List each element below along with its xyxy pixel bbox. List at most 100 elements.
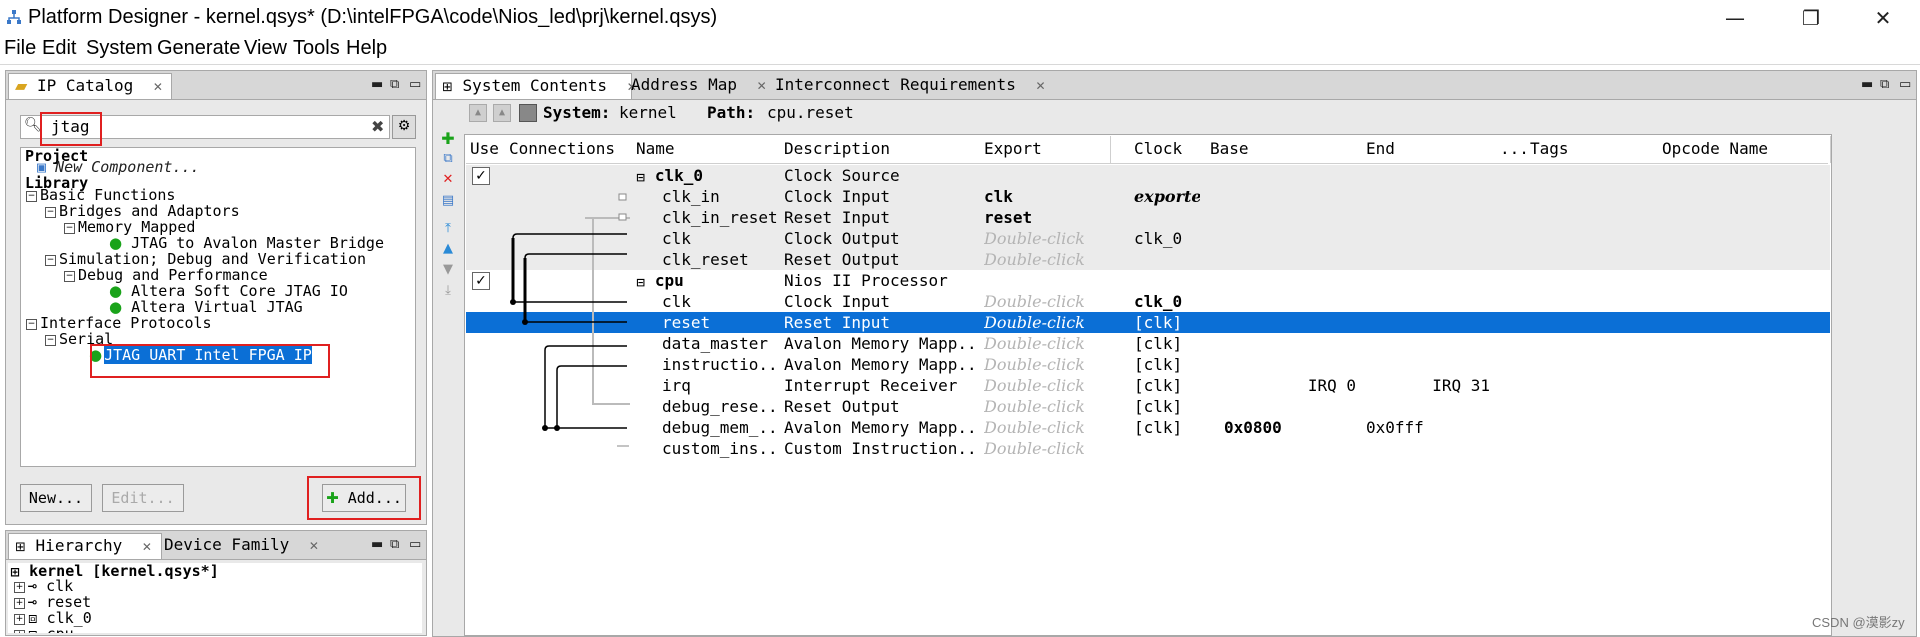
- table-row[interactable]: ✓ ⊟ cpu Nios II Processor: [466, 270, 1830, 291]
- tree-jtag-bridge[interactable]: ● JTAG to Avalon Master Bridge: [109, 235, 384, 251]
- cell-name[interactable]: clk_in_reset: [662, 207, 780, 228]
- tab-ip-catalog[interactable]: ▰ IP Catalog ✕: [8, 73, 172, 99]
- nav-up-icon[interactable]: ▲: [469, 104, 487, 122]
- col-base[interactable]: Base: [1206, 136, 1363, 163]
- cell-name[interactable]: clk: [662, 228, 780, 249]
- tree-simulation[interactable]: Simulation; Debug and Verification: [59, 251, 366, 267]
- cell-desc[interactable]: Clock Input: [784, 186, 974, 207]
- expand-icon[interactable]: +: [14, 614, 25, 625]
- cell-export[interactable]: Double-click: [984, 354, 1124, 375]
- hierarchy-item[interactable]: ⊸ reset: [28, 594, 91, 610]
- cell-name[interactable]: instructio...: [662, 354, 780, 375]
- col-export[interactable]: Export: [980, 136, 1111, 163]
- col-description[interactable]: Description: [780, 136, 981, 163]
- col-more[interactable]: ...: [1496, 136, 1527, 163]
- cell-name[interactable]: debug_mem_...: [662, 417, 780, 438]
- table-row[interactable]: clk Clock Input Double-click clk_0: [466, 291, 1830, 312]
- col-opcode-name[interactable]: Opcode Name: [1658, 136, 1831, 163]
- tab-system-contents[interactable]: ⊞ System Contents ✕: [435, 73, 637, 99]
- cell-desc[interactable]: Reset Input: [784, 207, 974, 228]
- new-button[interactable]: New...: [20, 484, 92, 512]
- table-row[interactable]: clk Clock Output Double-click clk_0: [466, 228, 1830, 249]
- move-top-icon[interactable]: ⤒: [441, 222, 455, 236]
- tree-debug-perf[interactable]: Debug and Performance: [78, 267, 268, 283]
- minimize-panel-icon[interactable]: ▬: [1861, 77, 1873, 92]
- cell-export[interactable]: Double-click: [984, 417, 1124, 438]
- cell-desc[interactable]: Nios II Processor: [784, 270, 974, 291]
- collapse-icon[interactable]: −: [26, 191, 37, 202]
- table-row[interactable]: clk_in Clock Input clk exporte: [466, 186, 1830, 207]
- table-row[interactable]: data_master Avalon Memory Mapp... Double-c…: [466, 333, 1830, 354]
- collapse-icon[interactable]: −: [45, 207, 56, 218]
- table-row[interactable]: reset Reset Input Double-click [clk]: [466, 312, 1830, 333]
- tree-new-component[interactable]: ▣ New Component...: [37, 159, 200, 175]
- cell-clock[interactable]: clk_0: [1134, 228, 1200, 249]
- minimize-panel-icon[interactable]: ▬: [371, 77, 383, 92]
- cell-desc[interactable]: Avalon Memory Mapp...: [784, 354, 974, 375]
- menu-tools[interactable]: Tools: [293, 37, 340, 60]
- cell-clock[interactable]: [1134, 207, 1200, 228]
- table-row[interactable]: debug_rese... Reset Output Double-click [cl…: [466, 396, 1830, 417]
- clear-search-icon[interactable]: ✖: [371, 117, 384, 136]
- cell-clock[interactable]: [clk]: [1134, 354, 1200, 375]
- hierarchy-item[interactable]: ⧈ clk_0: [28, 610, 92, 626]
- cell-desc[interactable]: Reset Output: [784, 249, 974, 270]
- nav-top-icon[interactable]: ▲: [493, 104, 511, 122]
- cell-desc[interactable]: Clock Input: [784, 291, 974, 312]
- cell-desc[interactable]: Avalon Memory Mapp...: [784, 333, 974, 354]
- cell-base[interactable]: 0x0800: [1224, 417, 1370, 438]
- settings-gear-icon[interactable]: ⚙: [392, 115, 416, 139]
- table-row[interactable]: clk_in_reset Reset Input reset: [466, 207, 1830, 228]
- cell-export[interactable]: Double-click: [984, 438, 1124, 459]
- menu-generate[interactable]: Generate: [157, 37, 240, 60]
- cell-desc[interactable]: Custom Instruction...: [784, 438, 974, 459]
- tree-soft-core-jtag[interactable]: ● Altera Soft Core JTAG IO: [109, 283, 348, 299]
- expand-icon[interactable]: +: [14, 582, 25, 593]
- cell-desc[interactable]: Reset Output: [784, 396, 974, 417]
- close-tab-icon[interactable]: ✕: [142, 540, 152, 554]
- tree-virtual-jtag[interactable]: ● Altera Virtual JTAG: [109, 299, 303, 315]
- close-tab-icon[interactable]: ✕: [309, 539, 319, 553]
- edit-icon[interactable]: ▤: [441, 194, 455, 208]
- cell-desc[interactable]: Reset Input: [784, 312, 974, 333]
- tab-hierarchy[interactable]: ⊞ Hierarchy ✕: [8, 533, 162, 559]
- menu-file[interactable]: File: [4, 37, 36, 60]
- cell-export[interactable]: reset: [984, 207, 1124, 228]
- col-tags[interactable]: Tags: [1526, 136, 1659, 163]
- cell-clock[interactable]: [clk]: [1134, 312, 1200, 333]
- move-down-icon[interactable]: ▼: [441, 263, 455, 277]
- cell-name[interactable]: ⊟ cpu: [636, 270, 774, 291]
- cell-export[interactable]: Double-click: [984, 375, 1124, 396]
- cell-name[interactable]: custom_ins...: [662, 438, 780, 459]
- add-component-icon[interactable]: ✚: [441, 131, 455, 147]
- cell-clock[interactable]: [clk]: [1134, 396, 1200, 417]
- cell-export[interactable]: Double-click: [984, 291, 1124, 312]
- tree-basic-functions[interactable]: Basic Functions: [40, 187, 175, 203]
- tree-jtag-uart[interactable]: ● JTAG UART Intel FPGA IP: [89, 346, 312, 364]
- cell-clock[interactable]: [1134, 438, 1200, 459]
- search-input[interactable]: jtag: [51, 117, 90, 136]
- col-name[interactable]: Name: [632, 136, 781, 163]
- move-up-icon[interactable]: ▲: [441, 242, 455, 256]
- cell-name[interactable]: clk: [662, 291, 780, 312]
- cell-name[interactable]: ⊟ clk_0: [636, 165, 774, 186]
- add-button[interactable]: ✚ Add...: [322, 484, 406, 512]
- cell-name[interactable]: irq: [662, 375, 780, 396]
- hierarchy-item[interactable]: ⊸ clk: [28, 578, 73, 594]
- detach-panel-icon[interactable]: ⧉: [390, 537, 399, 552]
- table-row[interactable]: custom_ins... Custom Instruction... Double…: [466, 438, 1830, 459]
- table-row[interactable]: debug_mem_... Avalon Memory Mapp... Double…: [466, 417, 1830, 438]
- table-row[interactable]: irq Interrupt Receiver Double-click [clk] IR…: [466, 375, 1830, 396]
- cell-export[interactable]: Double-click: [984, 228, 1124, 249]
- detach-panel-icon[interactable]: ⧉: [390, 77, 399, 92]
- cell-base[interactable]: IRQ 0: [1210, 375, 1356, 396]
- menu-edit[interactable]: Edit: [42, 37, 76, 60]
- cell-clock[interactable]: clk_0: [1134, 291, 1200, 312]
- duplicate-icon[interactable]: ⧉: [441, 152, 455, 166]
- cell-export[interactable]: Double-click: [984, 333, 1124, 354]
- maximize-panel-icon[interactable]: ▭: [409, 537, 421, 552]
- close-tab-icon[interactable]: ✕: [153, 80, 163, 94]
- maximize-panel-icon[interactable]: ▭: [409, 77, 421, 92]
- cell-end[interactable]: IRQ 31: [1366, 375, 1490, 396]
- table-row[interactable]: instructio... Avalon Memory Mapp... Double…: [466, 354, 1830, 375]
